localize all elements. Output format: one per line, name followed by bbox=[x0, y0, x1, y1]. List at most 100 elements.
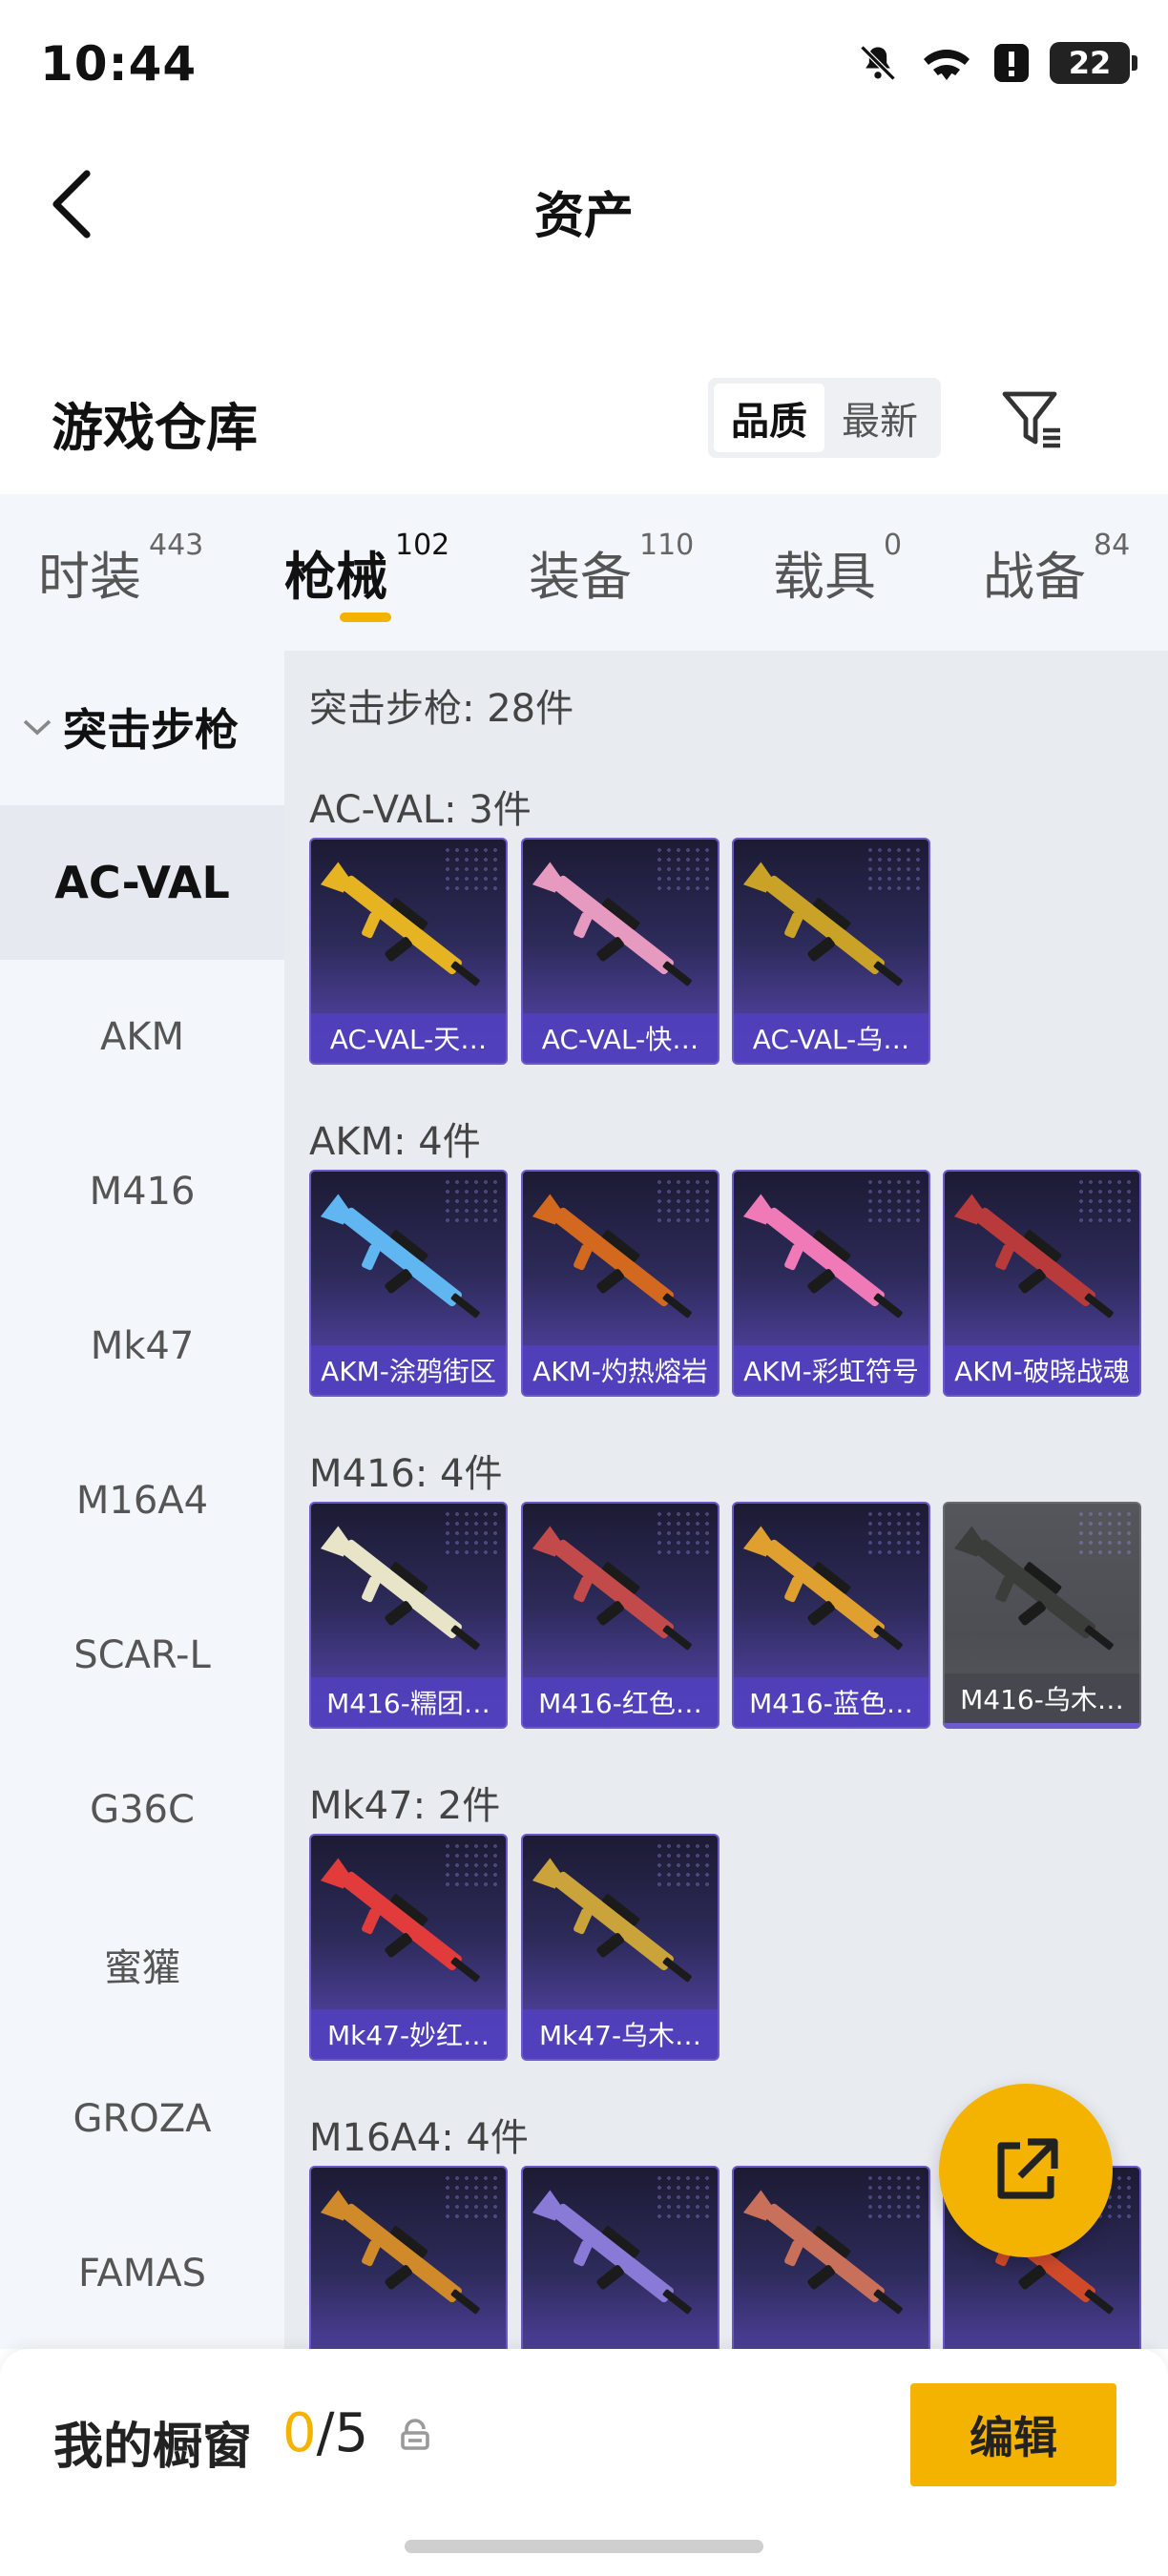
sort-latest[interactable]: 最新 bbox=[824, 384, 935, 452]
filter-button[interactable] bbox=[996, 384, 1069, 456]
wifi-icon bbox=[920, 42, 973, 84]
rifle-icon bbox=[742, 862, 903, 987]
warehouse-title: 游戏仓库 bbox=[52, 398, 258, 458]
battery-indicator: 22 bbox=[1050, 42, 1137, 84]
sidebar-item-ac-val[interactable]: AC-VAL bbox=[0, 805, 284, 960]
weapon-name: AKM-破晓战魂 bbox=[945, 1345, 1139, 1395]
sidebar-item-scar-l[interactable]: SCAR-L bbox=[0, 1578, 284, 1733]
page-title: 资产 bbox=[533, 188, 634, 245]
weapon-card[interactable]: M416-乌木… bbox=[943, 1502, 1141, 1729]
tab-count: 102 bbox=[395, 529, 450, 562]
sidebar-group-assault-rifles[interactable]: 突击步枪 bbox=[0, 651, 284, 803]
home-indicator[interactable] bbox=[405, 2540, 763, 2553]
weapon-name: AKM-涂鸦街区 bbox=[311, 1345, 506, 1395]
status-icons: 22 bbox=[857, 42, 1137, 84]
sidebar-item-m416[interactable]: M416 bbox=[0, 1114, 284, 1269]
status-time: 10:44 bbox=[40, 36, 198, 92]
warehouse-header: 游戏仓库 品质 最新 bbox=[0, 363, 1168, 477]
weapon-sidebar: 突击步枪 AC-VAL AKM M416 Mk47 M16A4 SCAR-L G… bbox=[0, 651, 284, 2349]
rifle-icon bbox=[320, 862, 480, 987]
sort-quality[interactable]: 品质 bbox=[714, 384, 824, 452]
tab-guns[interactable]: 枪械 102 bbox=[284, 529, 449, 610]
weapon-card[interactable]: AKM-彩虹符号 bbox=[732, 1170, 930, 1397]
sort-toggle: 品质 最新 bbox=[708, 378, 941, 458]
rifle-icon bbox=[532, 1858, 692, 1983]
weapon-name: M416-乌木… bbox=[945, 1673, 1139, 1723]
weapon-card[interactable]: Mk47-妙红… bbox=[309, 1834, 508, 2061]
weapon-card[interactable]: AC-VAL-天… bbox=[309, 838, 508, 1065]
category-tabs: 时装 443 枪械 102 装备 110 载具 0 战备 84 bbox=[0, 494, 1168, 651]
weapon-name: AC-VAL-乌… bbox=[734, 1013, 928, 1063]
rifle-icon bbox=[320, 2190, 480, 2315]
share-external-icon bbox=[997, 2138, 1058, 2199]
alert-icon bbox=[994, 42, 1029, 84]
weapon-card[interactable]: AC-VAL-快… bbox=[521, 838, 720, 1065]
group-title: M416: 4件 bbox=[309, 1452, 503, 1496]
filter-icon bbox=[1002, 391, 1060, 448]
chevron-down-icon bbox=[23, 719, 52, 736]
showcase-label: 我的橱窗 bbox=[53, 2419, 253, 2476]
group-title: AC-VAL: 3件 bbox=[309, 788, 532, 832]
sidebar-item-g36c[interactable]: G36C bbox=[0, 1733, 284, 1887]
sidebar-item-famas[interactable]: FAMAS bbox=[0, 2196, 284, 2351]
tab-label: 装备 bbox=[529, 547, 632, 607]
weapon-card[interactable]: AC-VAL-乌… bbox=[732, 838, 930, 1065]
tab-label: 战备 bbox=[983, 547, 1086, 607]
sidebar-item-honey-badger[interactable]: 蜜獾 bbox=[0, 1887, 284, 2042]
app-screen: 10:44 22 资产 游戏仓库 品质 最新 时装 443 枪械 102 装备 … bbox=[0, 0, 1168, 2576]
rifle-icon bbox=[532, 862, 692, 987]
showcase-used: 0 bbox=[282, 2402, 317, 2464]
tab-count: 0 bbox=[884, 529, 903, 562]
weapon-card[interactable]: Mk47-乌木… bbox=[521, 1834, 720, 2061]
group-title: M16A4: 4件 bbox=[309, 2116, 529, 2160]
bell-muted-icon bbox=[857, 42, 899, 84]
tab-count: 443 bbox=[149, 529, 204, 562]
sidebar-item-groza[interactable]: GROZA bbox=[0, 2042, 284, 2196]
tab-tactical[interactable]: 战备 84 bbox=[983, 529, 1130, 610]
tab-vehicles[interactable]: 载具 0 bbox=[773, 529, 902, 610]
rifle-icon bbox=[742, 1526, 903, 1651]
weapon-card[interactable]: M416-红色… bbox=[521, 1502, 720, 1729]
tab-label: 枪械 bbox=[284, 547, 387, 607]
status-bar: 10:44 22 bbox=[0, 0, 1168, 134]
weapon-name: AKM-彩虹符号 bbox=[734, 1345, 928, 1395]
weapon-name: Mk47-妙红… bbox=[311, 2009, 506, 2059]
rifle-icon bbox=[320, 1858, 480, 1983]
tab-label: 时装 bbox=[38, 547, 141, 607]
weapon-card[interactable] bbox=[732, 2166, 930, 2349]
weapon-name: M416-红色… bbox=[523, 1677, 718, 1727]
tab-equipment[interactable]: 装备 110 bbox=[529, 529, 694, 610]
rifle-icon bbox=[953, 1526, 1114, 1651]
weapon-card[interactable]: AKM-破晓战魂 bbox=[943, 1170, 1141, 1397]
tab-label: 载具 bbox=[773, 547, 876, 607]
weapon-card[interactable]: M416-蓝色… bbox=[732, 1502, 930, 1729]
weapon-card[interactable]: AKM-涂鸦街区 bbox=[309, 1170, 508, 1397]
tab-fashion[interactable]: 时装 443 bbox=[38, 529, 203, 610]
rifle-icon bbox=[320, 1194, 480, 1319]
weapon-card[interactable] bbox=[521, 2166, 720, 2349]
sidebar-item-mk47[interactable]: Mk47 bbox=[0, 1269, 284, 1423]
rifle-icon bbox=[532, 1526, 692, 1651]
rifle-icon bbox=[953, 1194, 1114, 1319]
rifle-icon bbox=[532, 2190, 692, 2315]
edit-button[interactable]: 编辑 bbox=[910, 2383, 1116, 2486]
rifle-icon bbox=[742, 1194, 903, 1319]
weapon-name: AC-VAL-天… bbox=[311, 1013, 506, 1063]
weapon-card[interactable] bbox=[309, 2166, 508, 2349]
rifle-icon bbox=[742, 2190, 903, 2315]
lock-icon bbox=[399, 2418, 431, 2456]
group-title: AKM: 4件 bbox=[309, 1120, 481, 1164]
tab-count: 110 bbox=[639, 529, 695, 562]
sidebar-item-akm[interactable]: AKM bbox=[0, 960, 284, 1114]
nav-header: 资产 bbox=[0, 143, 1168, 267]
weapon-name: AKM-灼热熔岩 bbox=[523, 1345, 718, 1395]
share-button[interactable] bbox=[939, 2084, 1113, 2257]
weapon-card[interactable]: M416-糯团… bbox=[309, 1502, 508, 1729]
sidebar-item-m16a4[interactable]: M16A4 bbox=[0, 1423, 284, 1578]
weapon-card[interactable]: AKM-灼热熔岩 bbox=[521, 1170, 720, 1397]
weapon-name: M416-蓝色… bbox=[734, 1677, 928, 1727]
weapon-name: M416-糯团… bbox=[311, 1677, 506, 1727]
weapon-name: AC-VAL-快… bbox=[523, 1013, 718, 1063]
active-tab-indicator bbox=[340, 613, 391, 622]
category-count: 突击步枪: 28件 bbox=[309, 687, 574, 731]
